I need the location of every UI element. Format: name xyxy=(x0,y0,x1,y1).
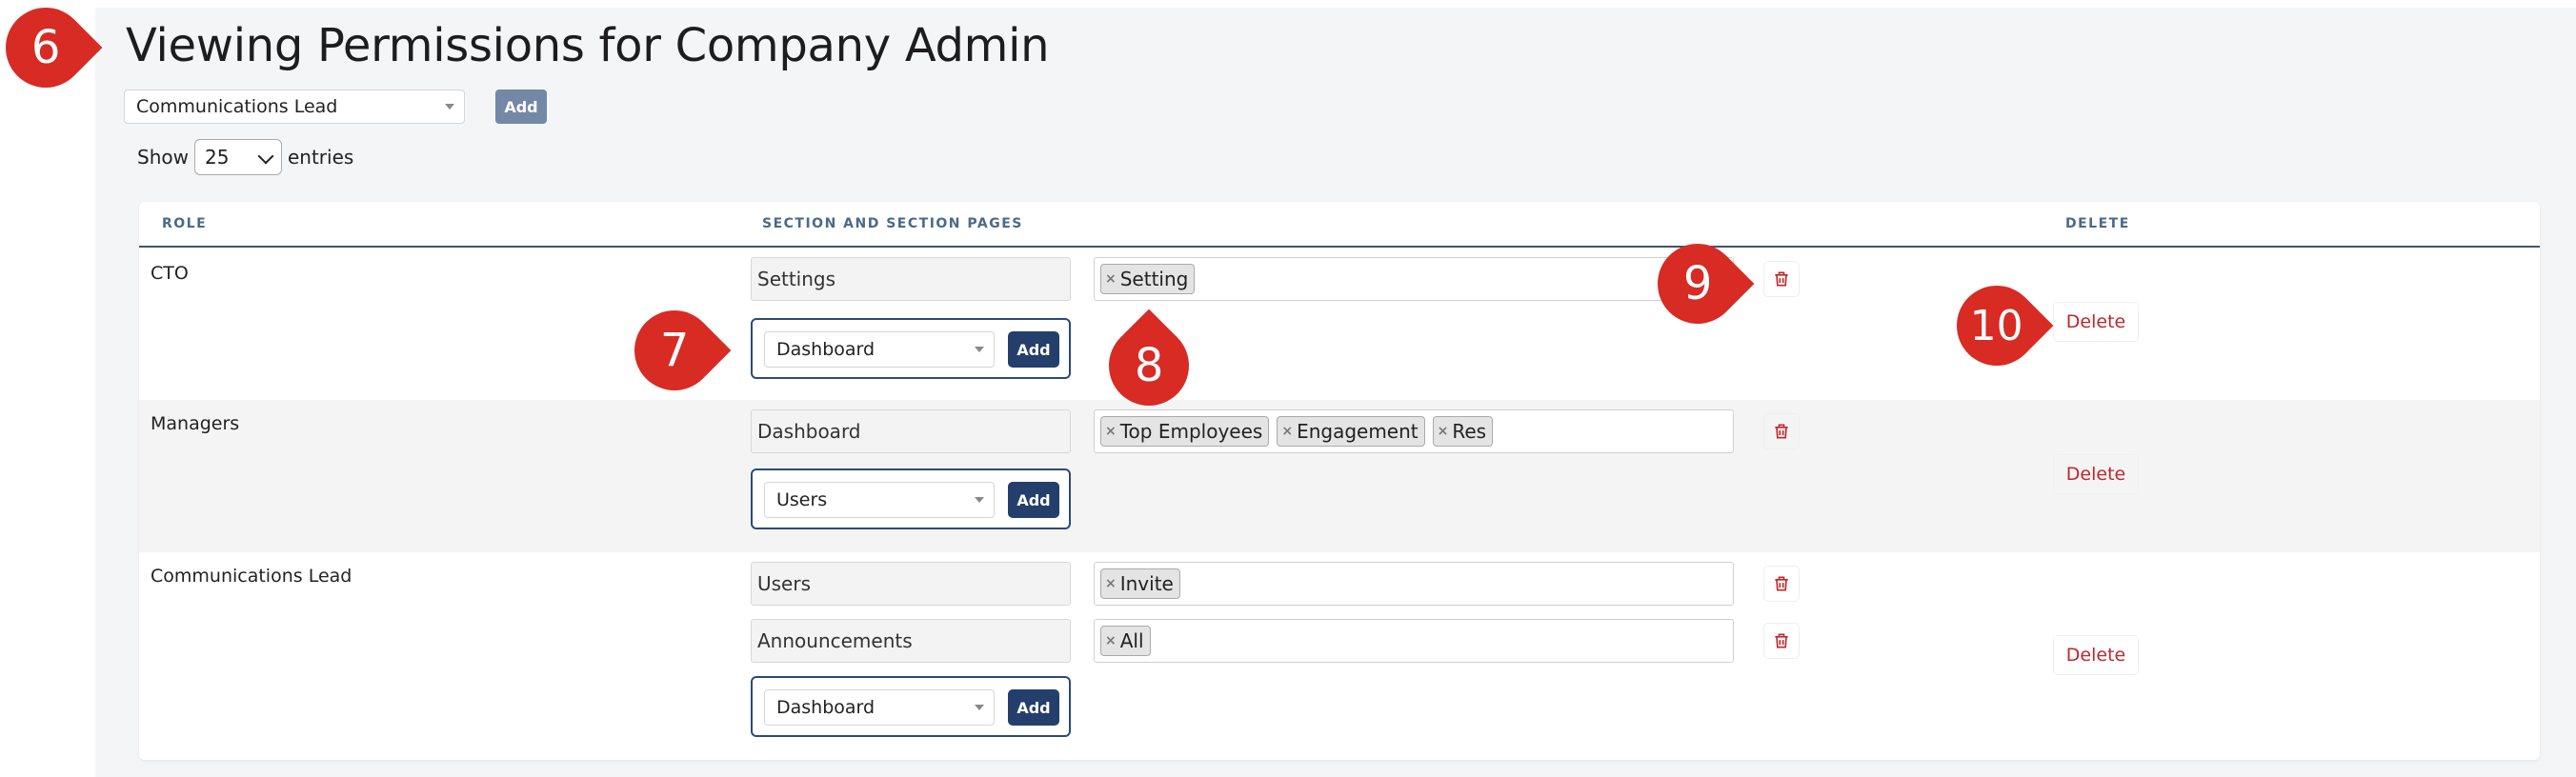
role-name: Communications Lead xyxy=(151,566,352,587)
role-select-value: Communications Lead xyxy=(136,96,338,117)
page-title: Viewing Permissions for Company Admin xyxy=(126,19,1050,72)
remove-tag-icon[interactable]: × xyxy=(1105,633,1117,648)
add-section-button[interactable]: Add xyxy=(1008,482,1059,518)
trash-icon[interactable] xyxy=(1764,567,1799,601)
entries-select-value: 25 xyxy=(204,146,230,169)
table-row: Communications Lead Users × Invite Announ… xyxy=(139,552,2540,756)
role-name: Managers xyxy=(151,413,240,434)
page-tag[interactable]: × Setting xyxy=(1100,264,1196,294)
role-name: CTO xyxy=(151,263,189,284)
remove-tag-icon[interactable]: × xyxy=(1281,424,1293,439)
chevron-down-icon xyxy=(975,347,984,352)
column-header-role: ROLE xyxy=(162,216,208,231)
table-row: CTO Settings × Setting Dashboard Add Dele… xyxy=(139,249,2540,400)
table-header: ROLE SECTION AND SECTION PAGES DELETE xyxy=(139,202,2540,248)
page-tag[interactable]: × Invite xyxy=(1100,568,1180,599)
section-field[interactable]: Settings xyxy=(751,257,1071,301)
page-tag[interactable]: × Res xyxy=(1432,416,1494,447)
delete-role-button[interactable]: Delete xyxy=(2054,636,2138,674)
trash-icon[interactable] xyxy=(1764,624,1799,658)
chevron-down-icon xyxy=(445,104,454,110)
section-select[interactable]: Dashboard xyxy=(764,689,995,726)
section-select[interactable]: Dashboard xyxy=(764,331,995,368)
entries-select[interactable]: 25 xyxy=(193,139,282,175)
section-pages-field[interactable]: × Top Employees × Engagement × Res xyxy=(1094,409,1734,453)
section-pages-field[interactable]: × Invite xyxy=(1094,562,1734,606)
chevron-down-icon xyxy=(975,497,984,503)
column-header-delete: DELETE xyxy=(2065,216,2130,231)
section-field[interactable]: Dashboard xyxy=(751,409,1071,453)
page-tag[interactable]: × All xyxy=(1100,626,1151,656)
trash-icon[interactable] xyxy=(1764,414,1799,448)
chevron-down-icon xyxy=(257,148,274,165)
entries-label: entries xyxy=(287,146,354,169)
add-section-button[interactable]: Add xyxy=(1008,331,1059,368)
page-tag[interactable]: × Top Employees xyxy=(1100,416,1270,447)
chevron-down-icon xyxy=(975,705,984,710)
column-header-section: SECTION AND SECTION PAGES xyxy=(762,216,1023,231)
show-label: Show xyxy=(137,146,189,169)
entries-length-control: Show 25 entries xyxy=(137,139,353,175)
section-pages-field[interactable]: × All xyxy=(1094,619,1734,663)
delete-role-button[interactable]: Delete xyxy=(2054,303,2138,341)
remove-tag-icon[interactable]: × xyxy=(1105,576,1117,591)
remove-tag-icon[interactable]: × xyxy=(1105,271,1117,287)
add-section-group: Dashboard Add xyxy=(751,676,1071,737)
delete-role-button[interactable]: Delete xyxy=(2054,455,2138,493)
add-section-group: Dashboard Add xyxy=(751,318,1071,379)
section-field[interactable]: Users xyxy=(751,562,1071,606)
section-select[interactable]: Users xyxy=(764,482,995,518)
remove-tag-icon[interactable]: × xyxy=(1438,424,1449,439)
add-section-button[interactable]: Add xyxy=(1008,689,1059,726)
add-role-button[interactable]: Add xyxy=(495,90,547,124)
permissions-table: ROLE SECTION AND SECTION PAGES DELETE CT… xyxy=(139,202,2540,760)
role-select[interactable]: Communications Lead xyxy=(124,90,465,124)
section-field[interactable]: Announcements xyxy=(751,619,1071,663)
add-section-group: Users Add xyxy=(751,468,1071,529)
section-pages-field[interactable]: × Setting xyxy=(1094,257,1734,301)
page-tag[interactable]: × Engagement xyxy=(1277,416,1425,447)
annotation-marker-6: 6 xyxy=(0,0,103,105)
trash-icon[interactable] xyxy=(1764,262,1799,296)
remove-tag-icon[interactable]: × xyxy=(1105,424,1117,439)
table-row: Managers Dashboard × Top Employees × Engag… xyxy=(139,400,2540,552)
